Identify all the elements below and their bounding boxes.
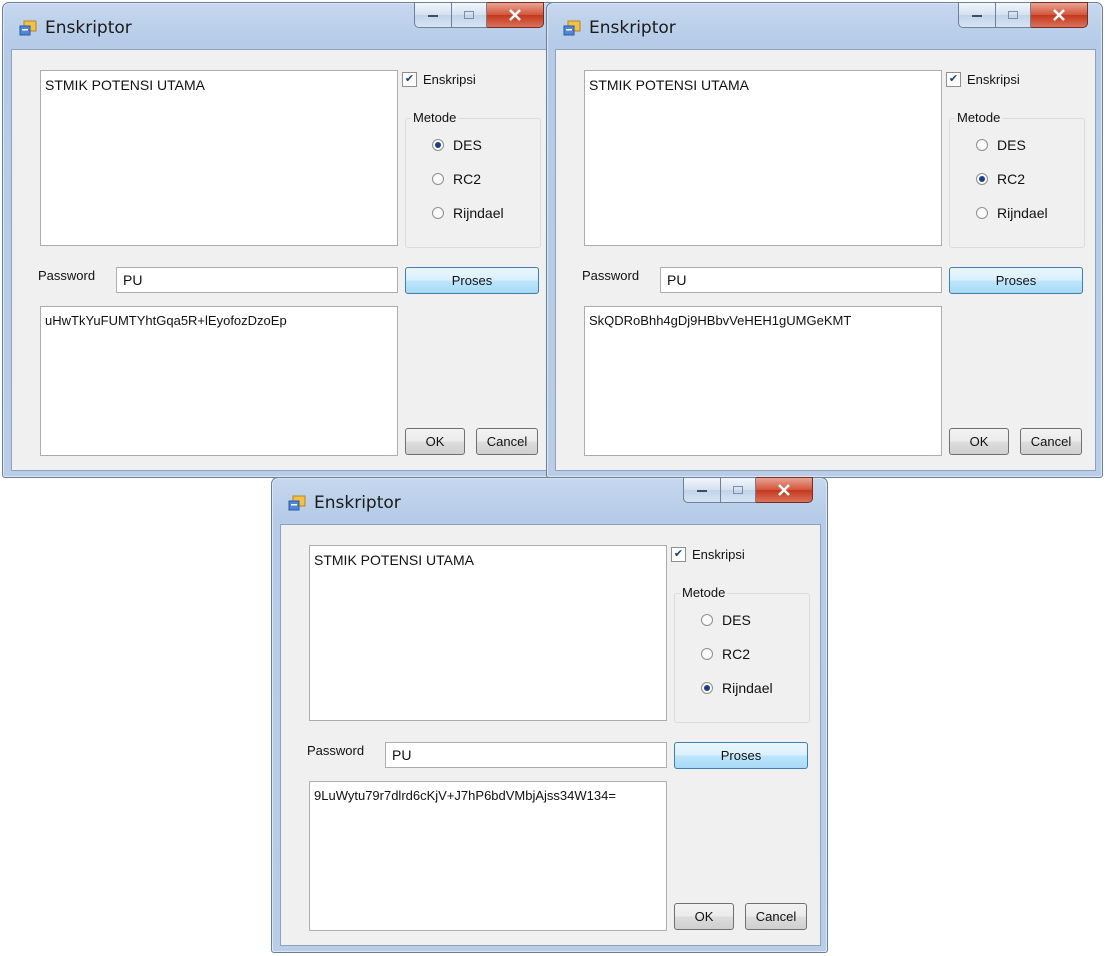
maximize-button[interactable]: [996, 2, 1031, 28]
radio-button-icon: [701, 648, 713, 660]
password-label: Password: [38, 268, 96, 283]
radio-des-label: DES: [453, 137, 482, 153]
ok-button[interactable]: OK: [949, 428, 1009, 455]
radio-button-icon: [701, 614, 713, 626]
window-title: Enskriptor: [589, 18, 676, 38]
form-app-icon: [19, 20, 37, 36]
title-bar[interactable]: Enskriptor: [272, 477, 827, 524]
close-button[interactable]: [487, 2, 544, 28]
radio-button-icon: [976, 139, 988, 151]
close-button[interactable]: [756, 477, 813, 503]
form-app-icon: [563, 20, 581, 36]
plaintext-input[interactable]: STMIK POTENSI UTAMA: [40, 70, 398, 246]
proses-button[interactable]: Proses: [949, 267, 1083, 294]
title-bar[interactable]: Enskriptor: [3, 2, 558, 49]
radio-rc2-label: RC2: [453, 171, 482, 187]
radio-rijndael-label: Rijndael: [722, 680, 773, 696]
checkmark-icon: ✔: [402, 72, 417, 87]
close-icon: [1053, 9, 1065, 21]
ciphertext-output[interactable]: uHwTkYuFUMTYhtGqa5R+lEyofozDzoEp: [40, 306, 398, 456]
minimize-icon: [697, 490, 707, 492]
radio-rijndael[interactable]: Rijndael: [701, 680, 773, 696]
radio-rijndael-label: Rijndael: [997, 205, 1048, 221]
radio-des[interactable]: DES: [976, 137, 1026, 153]
cancel-button[interactable]: Cancel: [476, 428, 538, 455]
title-bar[interactable]: Enskriptor: [547, 2, 1102, 49]
minimize-icon: [972, 15, 982, 17]
encrypt-checkbox-label: Enskripsi: [692, 547, 745, 562]
checkmark-icon: ✔: [671, 547, 686, 562]
method-group-label: Metode: [411, 110, 459, 125]
method-group: Metode DES RC2 Rijndael: [674, 585, 810, 723]
maximize-button[interactable]: [452, 2, 487, 28]
radio-button-icon: [976, 207, 988, 219]
client-area: STMIK POTENSI UTAMA ✔ Enskripsi Metode D…: [555, 49, 1096, 471]
maximize-icon: [1008, 11, 1018, 19]
form-app-icon: [288, 495, 306, 511]
client-area: STMIK POTENSI UTAMA ✔ Enskripsi Metode D…: [11, 49, 552, 471]
radio-button-icon: [432, 173, 444, 185]
radio-rc2-label: RC2: [997, 171, 1026, 187]
radio-des[interactable]: DES: [432, 137, 482, 153]
plaintext-input[interactable]: STMIK POTENSI UTAMA: [584, 70, 942, 246]
client-area: STMIK POTENSI UTAMA ✔ Enskripsi Metode D…: [280, 524, 821, 946]
window-title: Enskriptor: [314, 493, 401, 513]
close-icon: [509, 9, 521, 21]
encrypt-checkbox[interactable]: ✔ Enskripsi: [402, 72, 476, 87]
radio-des[interactable]: DES: [701, 612, 751, 628]
password-label: Password: [582, 268, 640, 283]
minimize-icon: [428, 15, 438, 17]
ok-button[interactable]: OK: [405, 428, 465, 455]
password-input[interactable]: PU: [385, 742, 667, 768]
radio-button-icon: [976, 173, 988, 185]
radio-button-icon: [432, 139, 444, 151]
enskriptor-window-des: Enskriptor STMIK POTENSI UTAMA ✔ Enskrip…: [2, 2, 559, 478]
cancel-button[interactable]: Cancel: [1020, 428, 1082, 455]
cancel-button[interactable]: Cancel: [745, 903, 807, 930]
radio-button-icon: [432, 207, 444, 219]
method-group: Metode DES RC2 Rijndael: [949, 110, 1085, 248]
enskriptor-window-rijndael: Enskriptor STMIK POTENSI UTAMA ✔ Enskrip…: [271, 477, 828, 953]
window-title: Enskriptor: [45, 18, 132, 38]
encrypt-checkbox[interactable]: ✔ Enskripsi: [946, 72, 1020, 87]
close-icon: [778, 484, 790, 496]
close-button[interactable]: [1031, 2, 1088, 28]
radio-rc2[interactable]: RC2: [976, 171, 1025, 187]
maximize-icon: [464, 11, 474, 19]
ciphertext-output[interactable]: 9LuWytu79r7dlrd6cKjV+J7hP6bdVMbjAjss34W1…: [309, 781, 667, 931]
method-group: Metode DES RC2 Rijndael: [405, 110, 541, 248]
password-input[interactable]: PU: [116, 267, 398, 293]
plaintext-input[interactable]: STMIK POTENSI UTAMA: [309, 545, 667, 721]
radio-rc2[interactable]: RC2: [432, 171, 481, 187]
enskriptor-window-rc2: Enskriptor STMIK POTENSI UTAMA ✔ Enskrip…: [546, 2, 1103, 478]
radio-des-label: DES: [997, 137, 1026, 153]
radio-button-icon: [701, 682, 713, 694]
maximize-button[interactable]: [721, 477, 756, 503]
method-group-label: Metode: [955, 110, 1003, 125]
encrypt-checkbox-label: Enskripsi: [423, 72, 476, 87]
checkmark-icon: ✔: [946, 72, 961, 87]
radio-rijndael-label: Rijndael: [453, 205, 504, 221]
ok-button[interactable]: OK: [674, 903, 734, 930]
encrypt-checkbox[interactable]: ✔ Enskripsi: [671, 547, 745, 562]
ciphertext-output[interactable]: SkQDRoBhh4gDj9HBbvVeHEH1gUMGeKMT: [584, 306, 942, 456]
proses-button[interactable]: Proses: [405, 267, 539, 294]
password-input[interactable]: PU: [660, 267, 942, 293]
radio-des-label: DES: [722, 612, 751, 628]
minimize-button[interactable]: [683, 477, 721, 503]
maximize-icon: [733, 486, 743, 494]
password-label: Password: [307, 743, 365, 758]
radio-rc2-label: RC2: [722, 646, 751, 662]
radio-rijndael[interactable]: Rijndael: [976, 205, 1048, 221]
radio-rijndael[interactable]: Rijndael: [432, 205, 504, 221]
radio-rc2[interactable]: RC2: [701, 646, 750, 662]
encrypt-checkbox-label: Enskripsi: [967, 72, 1020, 87]
method-group-label: Metode: [680, 585, 728, 600]
minimize-button[interactable]: [958, 2, 996, 28]
proses-button[interactable]: Proses: [674, 742, 808, 769]
minimize-button[interactable]: [414, 2, 452, 28]
